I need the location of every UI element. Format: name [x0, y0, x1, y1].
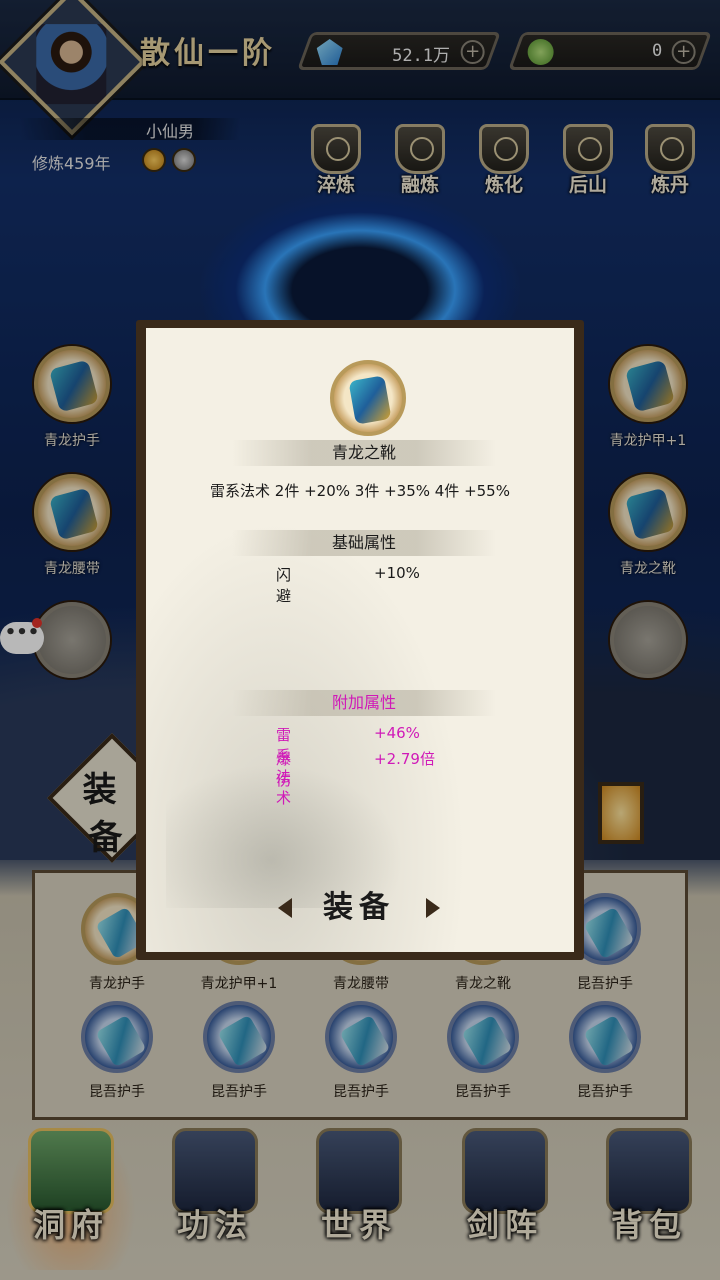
equip-button[interactable]: 装备: [278, 886, 440, 930]
extra-attr-header: 附加属性: [232, 690, 496, 716]
ink-mountain-decoration: [166, 748, 426, 908]
attr-key: 闪避: [276, 566, 292, 605]
item-detail-modal: 青龙之靴 雷系法术 2件 +20% 3件 +35% 4件 +55% 基础属性 闪…: [136, 320, 584, 960]
attr-key: 爆伤: [276, 750, 292, 789]
set-bonus-text: 雷系法术 2件 +20% 3件 +35% 4件 +55%: [210, 482, 510, 500]
modal-paper: 青龙之靴 雷系法术 2件 +20% 3件 +35% 4件 +55% 基础属性 闪…: [146, 328, 574, 952]
attr-value: +10%: [374, 564, 420, 582]
boots-icon: [348, 375, 392, 425]
base-attr-header: 基础属性: [232, 530, 496, 556]
item-name: 青龙之靴: [232, 440, 496, 466]
attr-value: +46%: [374, 724, 420, 742]
attr-value: +2.79倍: [374, 750, 435, 768]
item-icon-frame: [330, 360, 406, 436]
